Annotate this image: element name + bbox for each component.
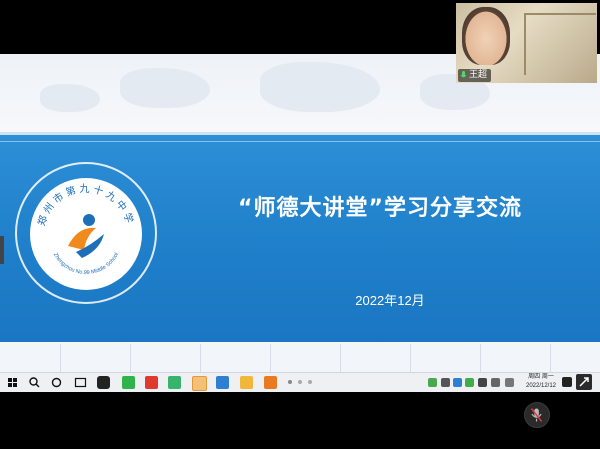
tray-icon-wechat[interactable] <box>465 378 474 387</box>
participant-video <box>462 7 510 65</box>
notification-icon[interactable] <box>562 377 572 387</box>
mic-on-icon <box>460 71 467 78</box>
folder-icon[interactable] <box>240 376 253 389</box>
slide-floor-area <box>0 342 600 374</box>
screen-share-control-icon[interactable] <box>576 374 592 390</box>
slide-date: 2022年12月 <box>355 293 425 308</box>
participant-video-tile[interactable]: 王超 <box>456 3 597 83</box>
taskbar: 周四 周一 2022/12/12 <box>0 372 600 393</box>
app-icon-green[interactable] <box>122 376 135 389</box>
tray-icon[interactable] <box>441 378 450 387</box>
video-background <box>524 13 596 75</box>
cortana-icon[interactable] <box>50 376 63 389</box>
windows-start-icon[interactable] <box>6 376 19 389</box>
app-icon-orange[interactable] <box>264 376 277 389</box>
task-view-icon[interactable] <box>74 376 87 389</box>
logo-figure-icon <box>68 214 104 258</box>
taskbar-clock[interactable]: 周四 周一 2022/12/12 <box>522 373 560 393</box>
page-dot-icon <box>308 380 312 384</box>
mute-microphone-button[interactable] <box>524 402 550 428</box>
page-dot-icon <box>298 380 302 384</box>
app-icon-spreadsheet[interactable] <box>168 376 181 389</box>
side-panel-handle[interactable] <box>0 236 4 264</box>
microphone-muted-icon <box>530 408 543 422</box>
shared-slide: 郑州市第九十九中学 Zhengzhou No.99 Middle School … <box>0 54 600 374</box>
tray-icon[interactable] <box>478 378 487 387</box>
speaker-icon[interactable] <box>491 378 500 387</box>
meeting-window: 郑州市第九十九中学 Zhengzhou No.99 Middle School … <box>0 0 600 449</box>
participant-name-tag: 王超 <box>458 69 492 82</box>
tray-icon-blue[interactable] <box>453 378 462 387</box>
app-icon-active[interactable] <box>192 376 207 391</box>
network-icon[interactable] <box>505 378 514 387</box>
slide-title: “师德大讲堂”学习分享交流 <box>238 196 522 221</box>
page-dot-icon <box>288 380 292 384</box>
app-icon-blue[interactable] <box>216 376 229 389</box>
app-icon-1[interactable] <box>97 376 110 389</box>
tray-icon-green[interactable] <box>428 378 437 387</box>
meeting-control-bar <box>0 392 600 449</box>
participant-name: 王超 <box>469 70 488 80</box>
wps-icon[interactable] <box>145 376 158 389</box>
search-icon[interactable] <box>28 376 41 389</box>
